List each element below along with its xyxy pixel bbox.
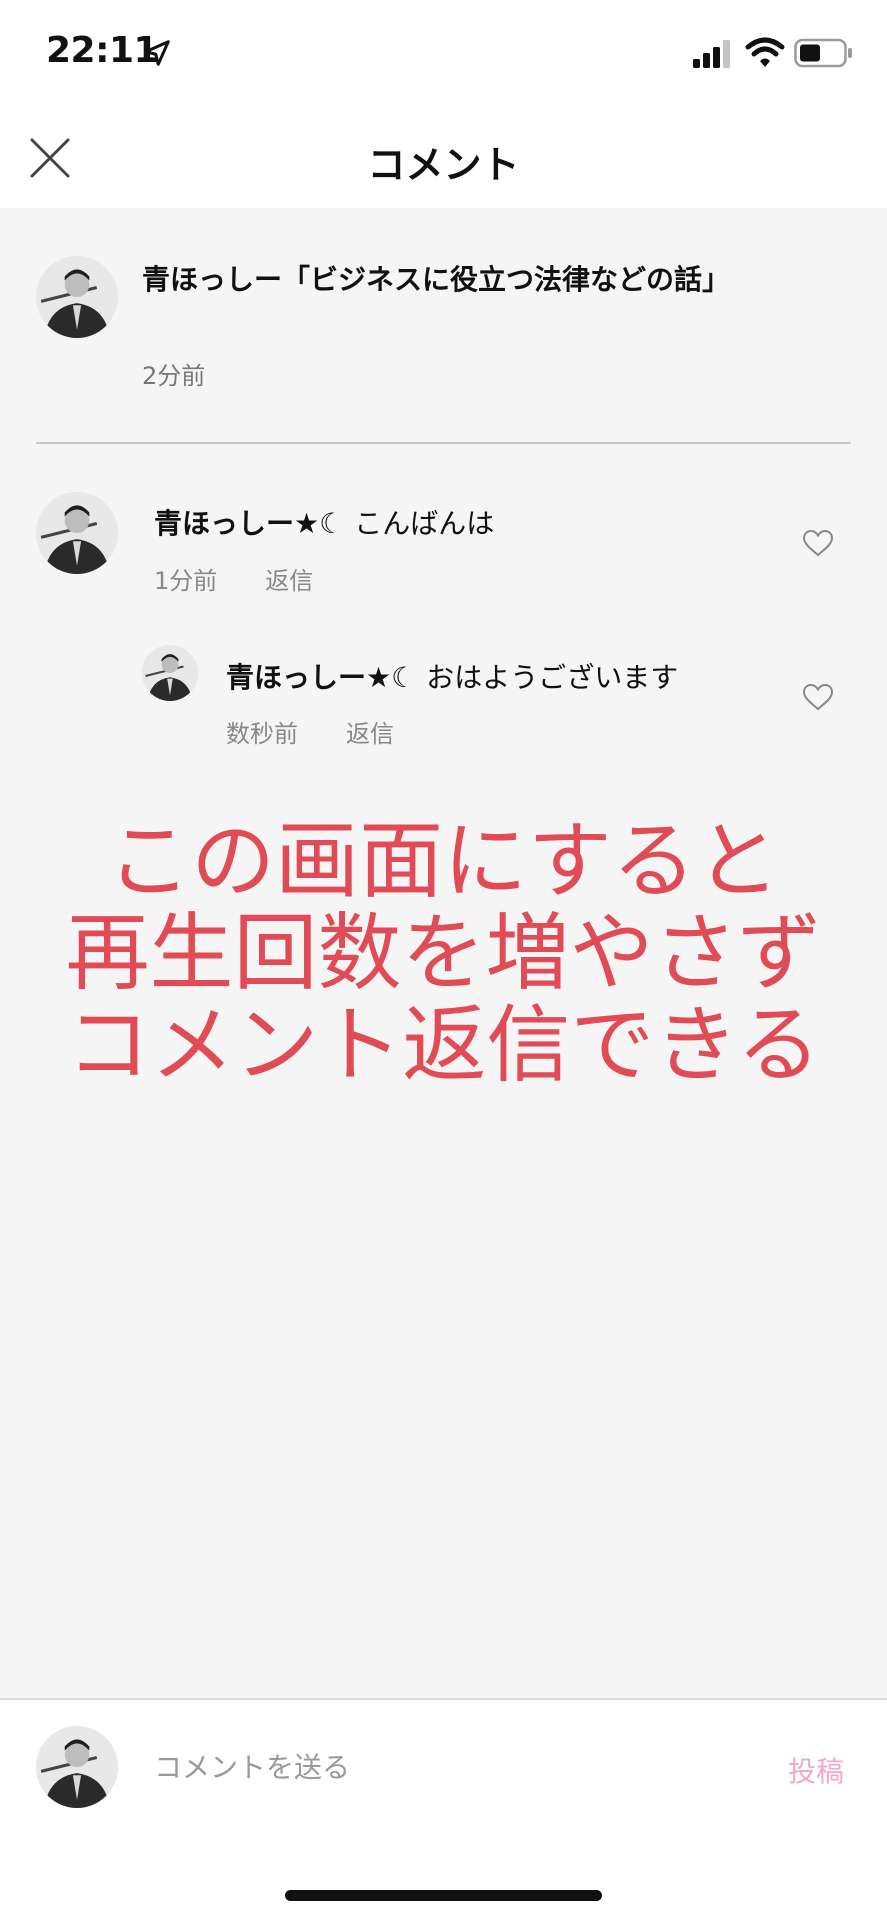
status-bar: 22:11: [0, 0, 887, 110]
post-timestamp: 2分前: [142, 362, 206, 390]
post-button[interactable]: 投稿: [788, 1750, 844, 1790]
comment-text: おはようございます: [426, 661, 679, 694]
comment-timestamp: 数秒前: [226, 720, 298, 748]
person-avatar-icon: [36, 492, 118, 574]
heart-icon[interactable]: [801, 528, 835, 558]
avatar[interactable]: [36, 256, 118, 338]
heart-icon[interactable]: [801, 682, 835, 712]
overlay-text-line-2: 再生回数を増やさず: [65, 904, 822, 1002]
person-avatar-icon: [142, 645, 198, 701]
overlay-text-line-1: この画面にすると: [107, 812, 780, 910]
post-header: 青ほっしー「ビジネスに役立つ法律などの話」 2分前: [0, 208, 887, 443]
comment-input[interactable]: [154, 1742, 754, 1792]
nav-bar: コメント: [0, 110, 887, 208]
location-arrow-icon: [144, 40, 170, 66]
comment-author[interactable]: 青ほっしー★☾: [226, 661, 416, 694]
comment-composer: 投稿: [0, 1698, 887, 1920]
reply-button[interactable]: 返信: [346, 720, 394, 748]
reply-button[interactable]: 返信: [265, 567, 313, 595]
comment-timestamp: 1分前: [154, 567, 218, 595]
divider: [36, 442, 851, 444]
avatar: [36, 1726, 118, 1808]
page-title: コメント: [367, 143, 520, 187]
cellular-signal-icon: [693, 40, 730, 68]
avatar[interactable]: [142, 645, 198, 701]
person-avatar-icon: [36, 1726, 118, 1808]
comment-author[interactable]: 青ほっしー★☾: [154, 507, 344, 540]
battery-icon: [794, 38, 852, 68]
overlay-text-line-3: コメント返信できる: [66, 996, 821, 1094]
person-avatar-icon: [36, 256, 118, 338]
comment-text: こんばんは: [354, 507, 495, 540]
wifi-icon: [745, 37, 785, 67]
home-indicator[interactable]: [285, 1890, 602, 1901]
post-author: 青ほっしー「ビジネスに役立つ法律などの話」: [142, 263, 731, 296]
avatar[interactable]: [36, 492, 118, 574]
